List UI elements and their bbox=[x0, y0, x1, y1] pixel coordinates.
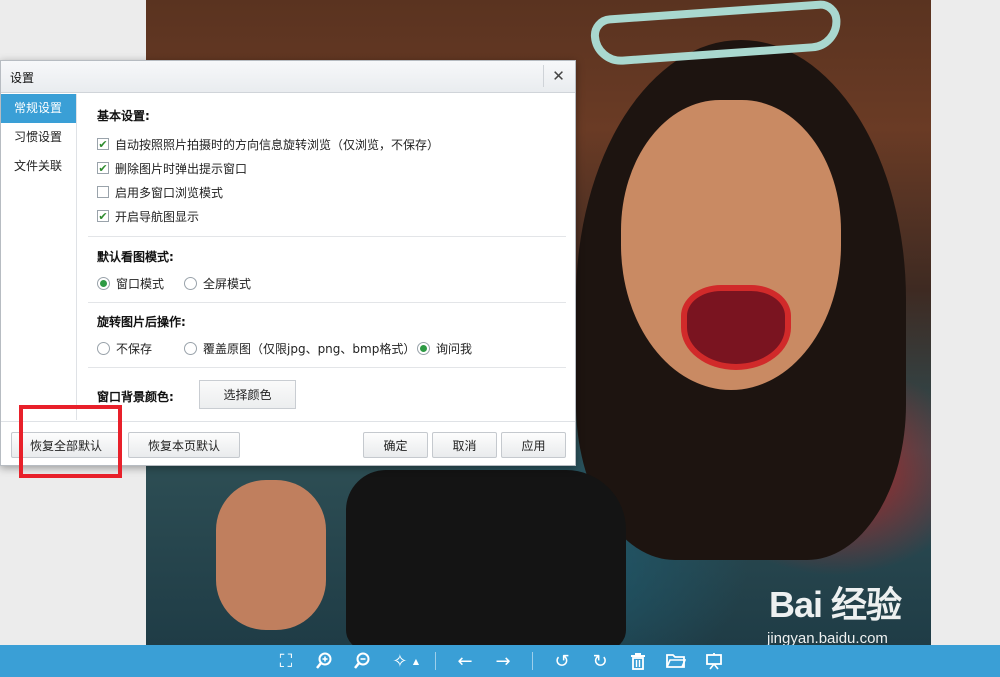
section-title-view-mode: 默认看图模式: bbox=[97, 250, 174, 264]
option-label: 自动按照照片拍摄时的方向信息旋转浏览（仅浏览，不保存） bbox=[115, 137, 440, 152]
choose-color-button[interactable]: 选择颜色 bbox=[199, 380, 296, 409]
option-label: 不保存 bbox=[116, 341, 153, 356]
checkbox[interactable]: ✔ bbox=[97, 210, 109, 222]
settings-sidebar: 常规设置 习惯设置 文件关联 bbox=[1, 94, 77, 420]
option-navigator[interactable]: ✔ 开启导航图显示 bbox=[97, 208, 199, 224]
radio-button[interactable] bbox=[97, 341, 110, 355]
baidu-watermark: Bai 经验 jingyan.baidu.com bbox=[765, 570, 965, 650]
sidebar-item-file-association[interactable]: 文件关联 bbox=[1, 152, 76, 181]
option-label: 删除图片时弹出提示窗口 bbox=[115, 161, 248, 176]
fit-icon[interactable]: ⛶ bbox=[271, 645, 301, 677]
zoom-out-icon[interactable] bbox=[347, 645, 377, 677]
highlight-box bbox=[19, 405, 122, 478]
settings-content: 基本设置: ✔ 自动按照照片拍摄时的方向信息旋转浏览（仅浏览，不保存） ✔ 删除… bbox=[78, 94, 575, 420]
option-label: 询问我 bbox=[436, 341, 473, 356]
radio-button[interactable] bbox=[184, 276, 197, 290]
close-icon[interactable]: ✕ bbox=[543, 65, 573, 87]
photo-kettle bbox=[346, 470, 626, 645]
option-multi-window[interactable]: 启用多窗口浏览模式 bbox=[97, 184, 223, 200]
dialog-title: 设置 bbox=[10, 71, 35, 85]
delete-icon[interactable] bbox=[623, 645, 653, 677]
magic-wand-icon[interactable]: ✧ bbox=[385, 645, 415, 677]
sidebar-item-habits[interactable]: 习惯设置 bbox=[1, 123, 76, 152]
dialog-titlebar[interactable]: 设置 ✕ bbox=[1, 61, 575, 93]
restore-page-defaults-button[interactable]: 恢复本页默认 bbox=[128, 432, 240, 458]
open-folder-icon[interactable] bbox=[661, 645, 691, 677]
radio-button[interactable] bbox=[417, 341, 430, 355]
section-divider bbox=[88, 236, 566, 237]
photo-hand bbox=[216, 480, 326, 630]
radio-overwrite[interactable]: 覆盖原图（仅限jpg、png、bmp格式） bbox=[184, 340, 415, 356]
prev-icon[interactable]: ← bbox=[450, 645, 480, 677]
checkbox[interactable]: ✔ bbox=[97, 138, 109, 150]
zoom-in-icon[interactable] bbox=[309, 645, 339, 677]
section-title-basic: 基本设置: bbox=[97, 109, 150, 123]
cancel-button[interactable]: 取消 bbox=[432, 432, 497, 458]
chevron-up-icon[interactable]: ▲ bbox=[413, 657, 419, 666]
radio-no-save[interactable]: 不保存 bbox=[97, 340, 152, 356]
slideshow-icon[interactable] bbox=[699, 645, 729, 677]
section-divider bbox=[88, 367, 566, 368]
sidebar-item-general[interactable]: 常规设置 bbox=[1, 94, 76, 123]
section-title-bg-color: 窗口背景颜色: bbox=[97, 390, 174, 404]
apply-button[interactable]: 应用 bbox=[501, 432, 566, 458]
next-icon[interactable]: → bbox=[488, 645, 518, 677]
photo-sunglasses bbox=[589, 0, 843, 67]
radio-ask-me[interactable]: 询问我 bbox=[417, 340, 472, 356]
option-delete-prompt[interactable]: ✔ 删除图片时弹出提示窗口 bbox=[97, 160, 247, 176]
radio-button[interactable] bbox=[184, 341, 197, 355]
option-label: 窗口模式 bbox=[116, 276, 165, 291]
radio-fullscreen-mode[interactable]: 全屏模式 bbox=[184, 275, 251, 291]
option-label: 覆盖原图（仅限jpg、png、bmp格式） bbox=[203, 341, 416, 356]
viewer-toolbar: ⛶ ✧ ▲ ← → ↺ ↻ bbox=[0, 645, 1000, 677]
ok-button[interactable]: 确定 bbox=[363, 432, 428, 458]
rotate-right-icon[interactable]: ↻ bbox=[585, 645, 615, 677]
option-label: 开启导航图显示 bbox=[115, 209, 200, 224]
option-label: 启用多窗口浏览模式 bbox=[115, 185, 224, 200]
toolbar-divider bbox=[435, 652, 437, 670]
option-label: 全屏模式 bbox=[203, 276, 252, 291]
rotate-left-icon[interactable]: ↺ bbox=[547, 645, 577, 677]
checkbox[interactable] bbox=[97, 186, 109, 198]
radio-button[interactable] bbox=[97, 276, 110, 290]
watermark-brand: Bai 经验 bbox=[769, 584, 902, 625]
toolbar-divider bbox=[532, 652, 534, 670]
checkbox[interactable]: ✔ bbox=[97, 162, 109, 174]
section-title-rotate: 旋转图片后操作: bbox=[97, 315, 186, 329]
section-divider bbox=[88, 302, 566, 303]
photo-mouth bbox=[681, 285, 791, 370]
radio-window-mode[interactable]: 窗口模式 bbox=[97, 275, 164, 291]
option-auto-rotate[interactable]: ✔ 自动按照照片拍摄时的方向信息旋转浏览（仅浏览，不保存） bbox=[97, 136, 439, 152]
